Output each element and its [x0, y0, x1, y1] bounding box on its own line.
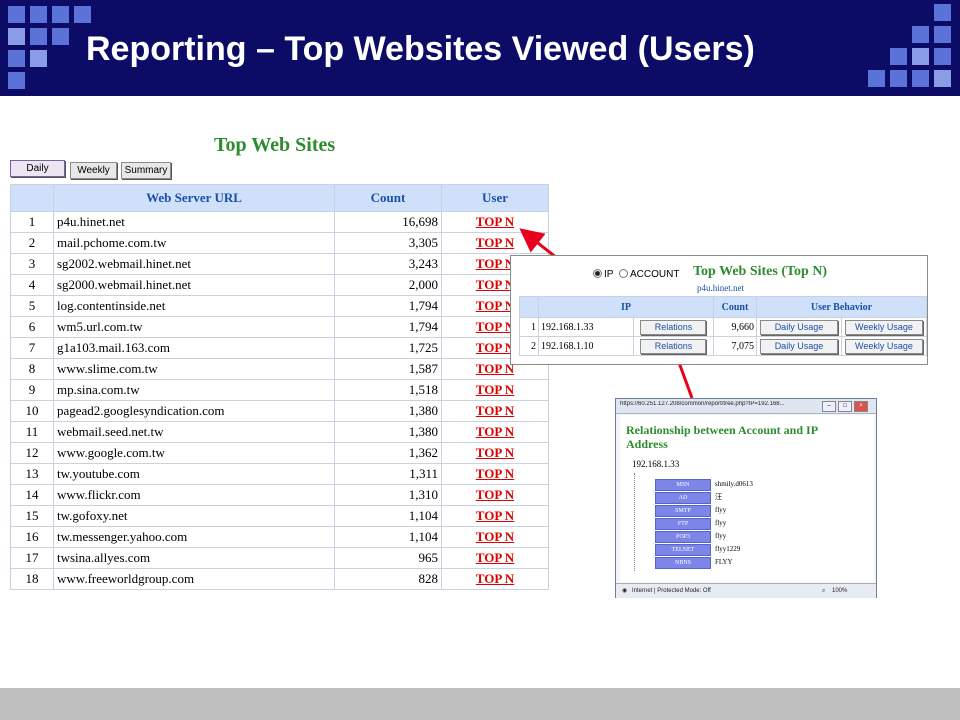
daily-usage-cell: Daily Usage [755, 336, 842, 356]
rank-header [519, 296, 539, 318]
weekly-usage-button[interactable]: Weekly Usage [844, 319, 923, 335]
daily-usage-cell: Daily Usage [755, 317, 842, 337]
relations-button[interactable]: Relations [640, 338, 707, 354]
top-n-site: p4u.hinet.net [697, 283, 744, 293]
protocol-badge: FTP [655, 518, 711, 530]
ip-cell: 192.168.1.10 [538, 336, 634, 356]
maximize-icon[interactable]: □ [838, 401, 852, 412]
count-header: Count [712, 296, 757, 318]
zoom-level[interactable]: 100% [832, 584, 847, 598]
protocol-badge: TELNET [655, 544, 711, 556]
relationship-item: NBNS FLYY [655, 557, 733, 569]
window-url: https://60.251.127.208/common/report/tre… [620, 401, 785, 407]
behavior-header: User Behavior [755, 296, 928, 318]
relationship-item: MSN shmily.d0613 [655, 479, 753, 491]
protocol-badge: NBNS [655, 557, 711, 569]
daily-usage-button[interactable]: Daily Usage [759, 319, 838, 335]
window-content: Relationship between Account and IP Addr… [620, 415, 874, 582]
table-row: 1 192.168.1.33 Relations 9,660 Daily Usage We… [519, 317, 928, 337]
status-text: Internet | Protected Mode: Off [632, 588, 711, 594]
radio-selected-icon [593, 269, 602, 278]
table-row: 2 192.168.1.10 Relations 7,075 Daily Usage We… [519, 336, 928, 356]
weekly-usage-button[interactable]: Weekly Usage [844, 338, 923, 354]
radio-unselected-icon [619, 269, 628, 278]
account-value: flyy1229 [715, 545, 741, 553]
zoom-icon[interactable]: ⌕ [822, 584, 825, 598]
account-value: shmily.d0613 [715, 480, 753, 488]
protocol-badge: POP3 [655, 531, 711, 543]
radio-account[interactable]: ACCOUNT [619, 269, 679, 280]
relationship-tree: MSN shmily.d0613 AD 汪 SMTP flyy FTP flyy POP3 fly… [634, 473, 771, 571]
count-cell: 7,075 [712, 336, 757, 356]
window-status-bar: ◉ Internet | Protected Mode: Off ⌕ 100% [616, 583, 876, 598]
ip-header: IP [538, 296, 714, 318]
top-n-panel: IP ACCOUNT Top Web Sites (Top N) p4u.hin… [510, 255, 928, 365]
account-value: FLYY [715, 558, 733, 566]
rank-cell: 1 [519, 317, 539, 337]
count-cell: 9,660 [712, 317, 757, 337]
relationship-item: TELNET flyy1229 [655, 544, 741, 556]
relations-button[interactable]: Relations [640, 319, 707, 335]
account-value: flyy [715, 506, 727, 514]
top-n-table: IP Count User Behavior 1 192.168.1.33 Rela… [519, 296, 928, 356]
radio-ip[interactable]: IP [593, 269, 613, 280]
account-value: flyy [715, 532, 727, 540]
daily-usage-button[interactable]: Daily Usage [759, 338, 838, 354]
table-header-row: IP Count User Behavior [519, 296, 928, 318]
rank-cell: 2 [519, 336, 539, 356]
account-value: 汪 [715, 493, 722, 501]
protocol-badge: SMTP [655, 505, 711, 517]
relations-cell: Relations [633, 317, 714, 337]
globe-icon: ◉ [622, 588, 628, 594]
relationship-item: POP3 flyy [655, 531, 727, 543]
window-title-bar: https://60.251.127.208/common/report/tre… [616, 399, 876, 414]
top-n-title: Top Web Sites (Top N) [693, 264, 828, 279]
relationship-ip: 192.168.1.33 [632, 459, 680, 469]
radio-account-label: ACCOUNT [630, 269, 680, 280]
relationship-item: SMTP flyy [655, 505, 727, 517]
protocol-badge: AD [655, 492, 711, 504]
relationship-window: https://60.251.127.208/common/report/tre… [615, 398, 877, 598]
table-body: 1 192.168.1.33 Relations 9,660 Daily Usage We… [519, 317, 928, 356]
account-value: flyy [715, 519, 727, 527]
ip-cell: 192.168.1.33 [538, 317, 634, 337]
relations-cell: Relations [633, 336, 714, 356]
weekly-usage-cell: Weekly Usage [840, 336, 928, 356]
weekly-usage-cell: Weekly Usage [840, 317, 928, 337]
relationship-heading: Relationship between Account and IP Addr… [626, 423, 818, 451]
slide-footer [0, 688, 960, 720]
protocol-badge: MSN [655, 479, 711, 491]
minimize-icon[interactable]: – [822, 401, 836, 412]
radio-ip-label: IP [604, 269, 614, 280]
close-icon[interactable]: × [854, 401, 868, 412]
relationship-item: AD 汪 [655, 492, 722, 504]
relationship-item: FTP flyy [655, 518, 727, 530]
